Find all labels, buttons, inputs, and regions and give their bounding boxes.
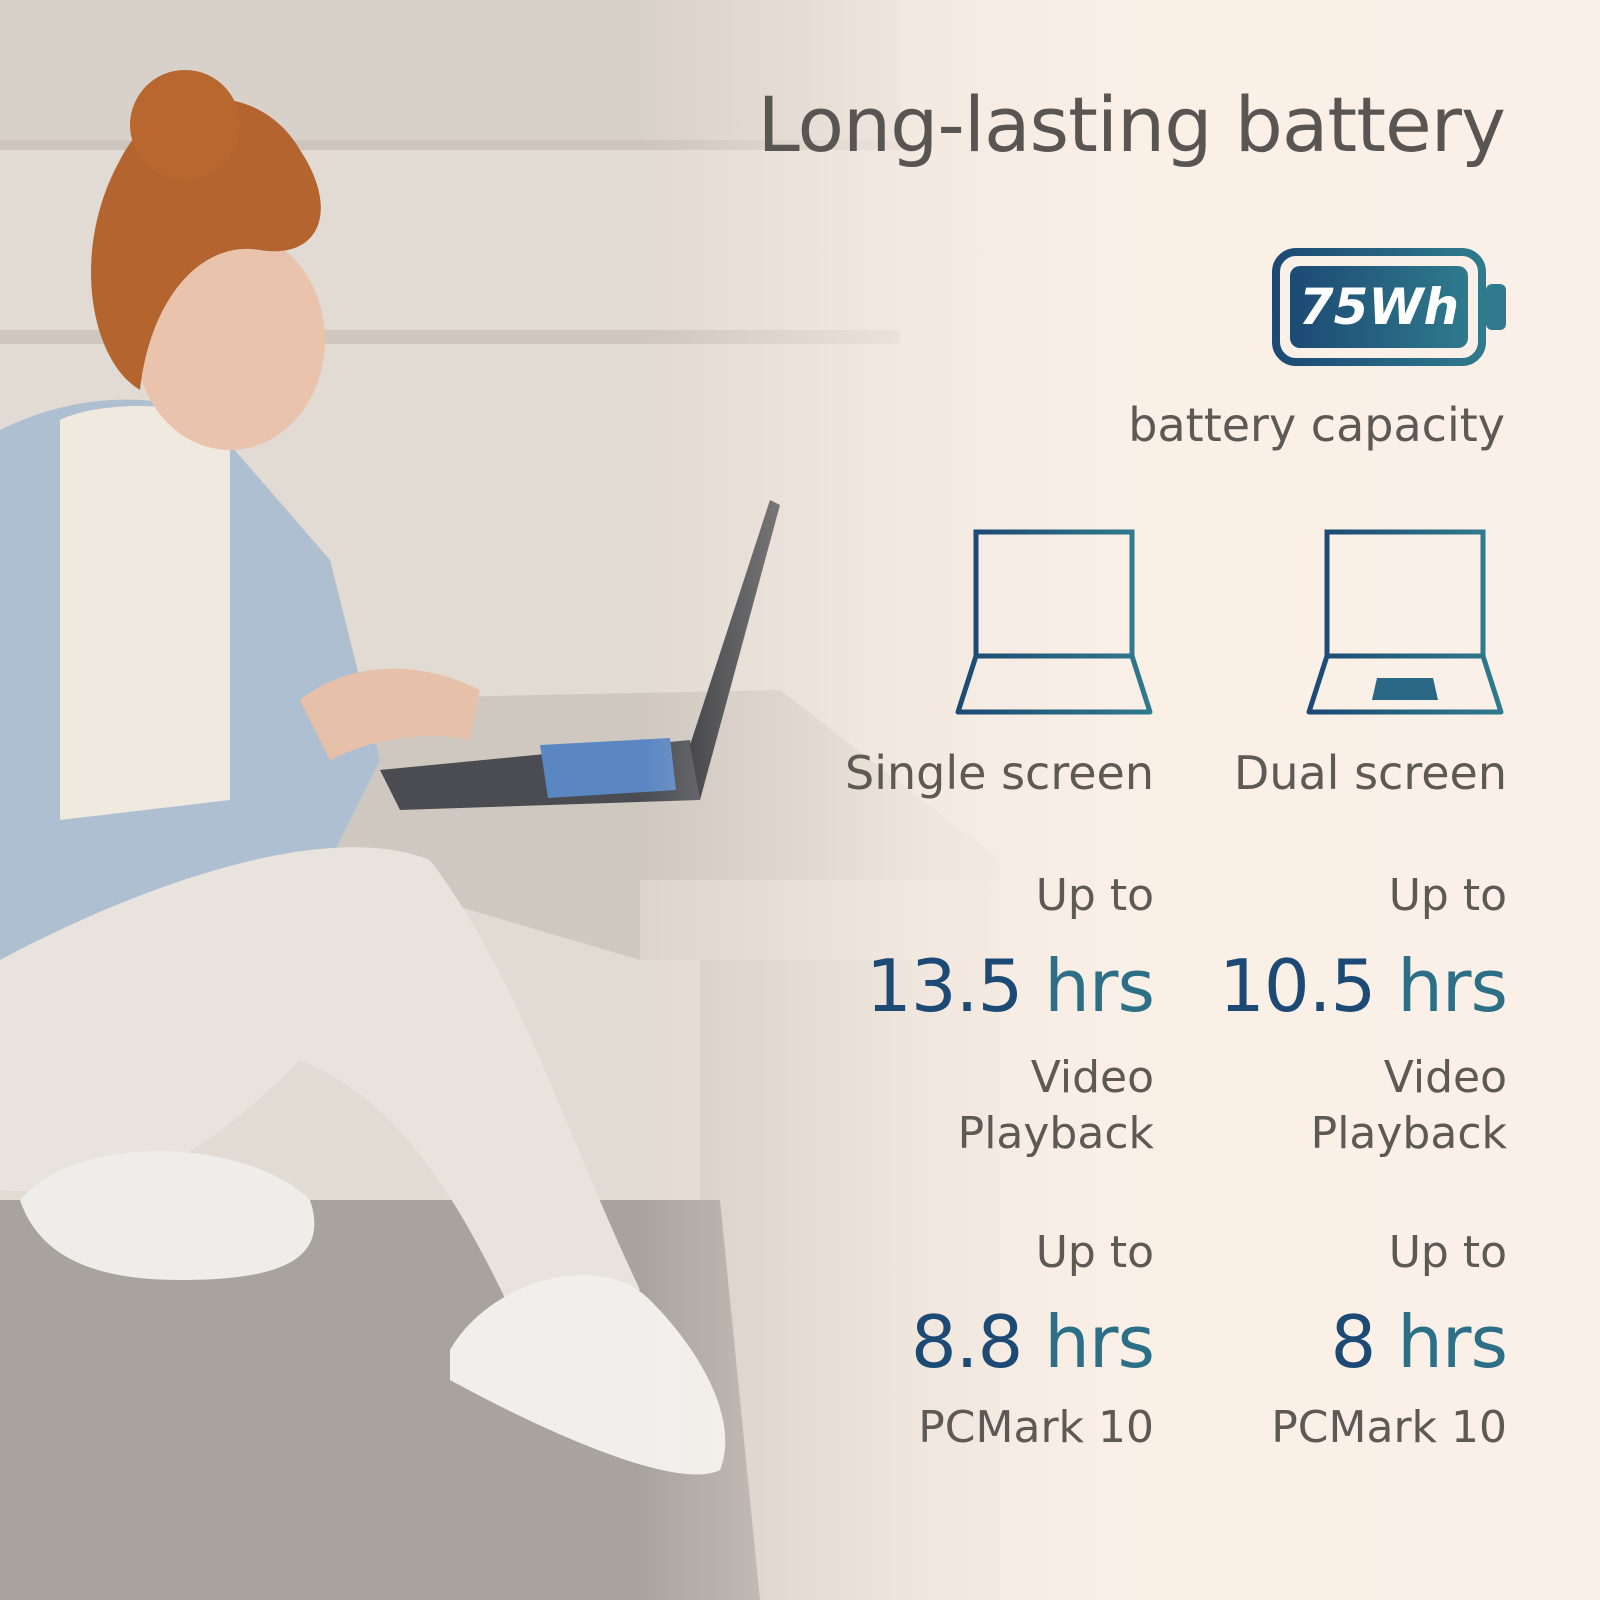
- single-screen-label: Single screen: [845, 746, 1154, 800]
- product-banner: Long-lasting battery 75Wh battery capaci…: [0, 0, 1600, 1600]
- single-video-label: Video Playback: [958, 1050, 1154, 1162]
- single-pcmark-label: PCMark 10: [918, 1402, 1154, 1453]
- single-video-value: 13.5: [866, 944, 1023, 1028]
- single-video-label-line1: Video: [1030, 1052, 1154, 1103]
- dual-video-unit: hrs: [1397, 944, 1508, 1028]
- dual-video-label: Video Playback: [1311, 1050, 1507, 1162]
- single-pcmark-value: 8.8: [910, 1300, 1024, 1384]
- dual-pcmark-upto: Up to: [1388, 1227, 1507, 1278]
- dual-video-label-line1: Video: [1383, 1052, 1507, 1103]
- single-pcmark-unit: hrs: [1044, 1300, 1155, 1384]
- dual-pcmark-value: 8: [1330, 1300, 1377, 1384]
- dual-video-upto: Up to: [1388, 870, 1507, 921]
- dual-pcmark-hours: 8 hrs: [1330, 1300, 1508, 1384]
- single-pcmark-upto: Up to: [1035, 1227, 1154, 1278]
- dual-video-hours: 10.5 hrs: [1219, 944, 1508, 1028]
- single-video-unit: hrs: [1044, 944, 1155, 1028]
- single-screen-column: Single screen Up to 13.5 hrs Video Playb…: [814, 0, 1155, 1600]
- single-video-label-line2: Playback: [957, 1108, 1154, 1159]
- dual-screen-column: Dual screen Up to 10.5 hrs Video Playbac…: [1167, 0, 1508, 1600]
- single-video-upto: Up to: [1035, 870, 1154, 921]
- dual-video-value: 10.5: [1219, 944, 1376, 1028]
- dual-video-label-line2: Playback: [1310, 1108, 1507, 1159]
- dual-pcmark-label: PCMark 10: [1271, 1402, 1507, 1453]
- single-pcmark-hours: 8.8 hrs: [910, 1300, 1155, 1384]
- dual-screen-label: Dual screen: [1233, 746, 1507, 800]
- dual-pcmark-unit: hrs: [1397, 1300, 1508, 1384]
- single-video-hours: 13.5 hrs: [866, 944, 1155, 1028]
